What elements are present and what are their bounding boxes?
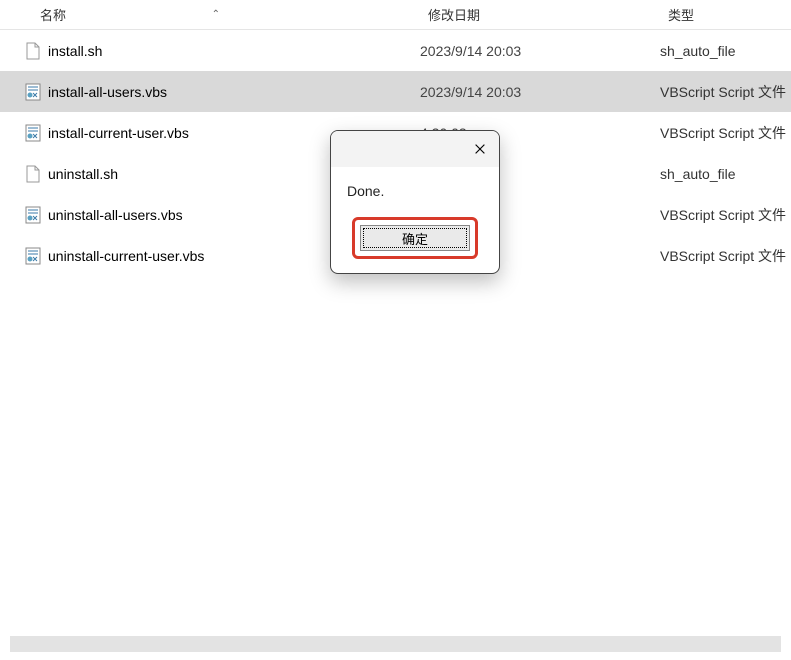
vbscript-icon	[24, 123, 42, 143]
file-icon	[24, 164, 42, 184]
file-icon	[24, 41, 42, 61]
file-name-cell: install-all-users.vbs	[24, 82, 420, 102]
file-type: VBScript Script 文件	[660, 123, 791, 143]
vbscript-icon	[24, 205, 42, 225]
column-header-type[interactable]: 类型	[660, 5, 791, 24]
file-type: sh_auto_file	[660, 166, 791, 182]
dialog-footer: 确定	[331, 207, 499, 273]
file-type: VBScript Script 文件	[660, 82, 791, 102]
file-date: 2023/9/14 20:03	[420, 43, 660, 59]
file-date: 2023/9/14 20:03	[420, 84, 660, 100]
header-date-label: 修改日期	[428, 5, 480, 24]
file-row[interactable]: install-all-users.vbs 2023/9/14 20:03VBSc…	[0, 71, 791, 112]
file-name-cell: install.sh	[24, 41, 420, 61]
header-type-label: 类型	[668, 5, 694, 24]
file-name: install.sh	[48, 43, 102, 59]
sort-ascending-icon: ⌃	[212, 9, 220, 20]
file-name: uninstall-current-user.vbs	[48, 248, 204, 264]
column-header-name[interactable]: 名称 ⌃	[0, 5, 420, 24]
dialog-message: Done.	[331, 167, 499, 207]
file-name: uninstall-all-users.vbs	[48, 207, 183, 223]
close-icon	[473, 142, 487, 156]
file-type: VBScript Script 文件	[660, 205, 791, 225]
file-type: VBScript Script 文件	[660, 246, 791, 266]
file-name: uninstall.sh	[48, 166, 118, 182]
vbscript-icon	[24, 246, 42, 266]
file-type: sh_auto_file	[660, 43, 791, 59]
message-dialog: Done. 确定	[330, 130, 500, 274]
close-button[interactable]	[471, 140, 489, 158]
column-headers: 名称 ⌃ 修改日期 类型	[0, 0, 791, 30]
file-row[interactable]: install.sh 2023/9/14 20:03sh_auto_file	[0, 30, 791, 71]
header-name-label: 名称	[40, 5, 66, 24]
file-name: install-all-users.vbs	[48, 84, 167, 100]
dialog-titlebar	[331, 131, 499, 167]
highlight-frame: 确定	[352, 217, 478, 259]
file-name: install-current-user.vbs	[48, 125, 189, 141]
ok-button[interactable]: 确定	[360, 225, 470, 251]
status-bar	[10, 636, 781, 652]
column-header-date[interactable]: 修改日期	[420, 5, 660, 24]
vbscript-icon	[24, 82, 42, 102]
